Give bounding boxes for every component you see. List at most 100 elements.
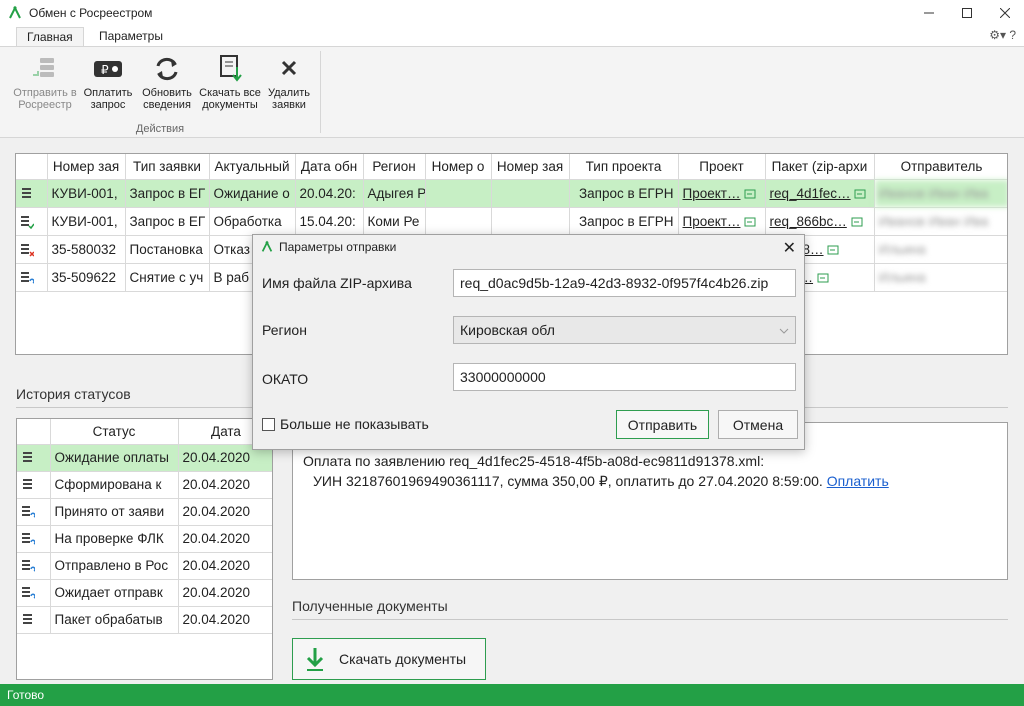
region-select[interactable]: Кировская обл <box>453 316 796 344</box>
ribbon: Отправить в Росреестр ₽ Оплатить запрос Об… <box>0 46 1024 138</box>
history-divider <box>16 407 273 408</box>
status-doc-icon <box>22 187 31 198</box>
okato-input[interactable]: 33000000000 <box>453 363 796 391</box>
open-icon[interactable] <box>744 188 756 200</box>
cell-num: КУВИ-001, <box>47 179 126 208</box>
open-icon[interactable] <box>851 216 863 228</box>
zip-filename-input[interactable]: req_d0ac9d5b-12a9-42d3-8932-0f957f4c4b26… <box>453 269 796 297</box>
col-actual-status[interactable]: Актуальный <box>209 154 296 180</box>
cell-type: Снятие с уч <box>125 263 210 292</box>
history-row[interactable]: Пакет обрабатыв 20.04.2020 <box>17 606 272 634</box>
history-grid[interactable]: Статус Дата Ожидание оплаты 20.04.2020 Сф… <box>16 418 273 680</box>
status-bar: Готово <box>0 684 1024 706</box>
history-row[interactable]: Принято от заяви 20.04.2020 <box>17 498 272 526</box>
package-link[interactable]: req_4d1fec… <box>770 186 851 201</box>
col-package[interactable]: Пакет (zip-архи <box>765 154 875 180</box>
cell-package[interactable]: req_866bc… <box>765 207 875 236</box>
hist-col-icon[interactable] <box>17 419 51 445</box>
col-request-number[interactable]: Номер зая <box>47 154 126 180</box>
status-sync-icon <box>22 560 35 572</box>
col-number-o[interactable]: Номер о <box>425 154 492 180</box>
pay-label-1: Оплатить <box>83 87 133 99</box>
open-icon[interactable] <box>744 216 756 228</box>
hist-date: 20.04.2020 <box>178 498 272 526</box>
payment-line-2-wrap: УИН 32187601969490361117, сумма 350,00 ₽… <box>303 471 997 491</box>
cell-actual: Ожидание о <box>209 179 296 208</box>
cell-sender: Иванов Иван Ива <box>874 179 1007 208</box>
close-window-button[interactable] <box>986 0 1024 26</box>
cell-num: КУВИ-001, <box>47 207 126 236</box>
cell-date: 15.04.20: <box>295 207 364 236</box>
tab-parameters[interactable]: Параметры <box>89 27 173 47</box>
pay-label-2: запрос <box>90 99 126 111</box>
tab-main[interactable]: Главная <box>16 27 84 47</box>
col-sender[interactable]: Отправитель <box>874 154 1007 180</box>
title-bar: Обмен с Росреестром <box>0 0 1024 26</box>
delete-requests-button[interactable]: Удалить заявки <box>264 55 314 111</box>
cell-project[interactable]: Проект… <box>678 207 766 236</box>
maximize-button[interactable] <box>948 0 986 26</box>
send-to-rosreestr-button[interactable]: Отправить в Росреестр <box>12 55 78 111</box>
col-number-z[interactable]: Номер зая <box>491 154 570 180</box>
col-icon[interactable] <box>16 154 48 180</box>
ribbon-group-label: Действия <box>135 123 185 135</box>
cell-region: Коми Ре <box>363 207 426 236</box>
pay-link[interactable]: Оплатить <box>827 473 889 489</box>
hist-col-status[interactable]: Статус <box>50 419 179 445</box>
cell-project-type: Запрос в ЕГРН <box>569 207 679 236</box>
dialog-close-icon[interactable]: ✕ <box>783 238 796 258</box>
cell-project[interactable]: Проект… <box>678 179 766 208</box>
open-icon[interactable] <box>854 188 866 200</box>
col-region[interactable]: Регион <box>363 154 426 180</box>
ruble-card-icon: ₽ <box>94 61 122 77</box>
minimize-icon <box>924 12 934 14</box>
col-project[interactable]: Проект <box>678 154 766 180</box>
cell-num-z <box>491 207 570 236</box>
open-icon[interactable] <box>817 272 829 284</box>
package-link[interactable]: req_866bc… <box>770 214 847 229</box>
col-update-date[interactable]: Дата обн <box>295 154 364 180</box>
download-docs-icon <box>220 55 242 82</box>
dont-show-checkbox[interactable] <box>262 417 275 431</box>
history-row[interactable]: Ожидание оплаты 20.04.2020 <box>17 444 272 472</box>
refresh-info-button[interactable]: Обновить сведения <box>138 55 196 111</box>
dont-show-checkbox-row[interactable]: Больше не показывать <box>262 416 429 432</box>
svg-text:₽: ₽ <box>101 63 109 77</box>
send-button[interactable]: Отправить <box>616 410 709 439</box>
table-row[interactable]: КУВИ-001, Запрос в ЕГ Обработка 15.04.20… <box>16 207 1007 236</box>
status-error-icon <box>21 243 34 257</box>
history-row[interactable]: Отправлено в Рос 20.04.2020 <box>17 552 272 580</box>
payment-line-2: УИН 32187601969490361117, сумма 350,00 ₽… <box>313 473 823 489</box>
project-link[interactable]: Проект… <box>683 214 741 229</box>
col-request-type[interactable]: Тип заявки <box>125 154 210 180</box>
dialog-title-bar: Параметры отправки <box>253 235 804 259</box>
download-all-label-1: Скачать все <box>199 87 261 99</box>
status-doc-icon <box>23 614 32 625</box>
minimize-button[interactable] <box>910 0 948 26</box>
open-icon[interactable] <box>827 244 839 256</box>
status-check-icon <box>21 215 34 229</box>
table-row[interactable]: КУВИ-001, Запрос в ЕГ Ожидание о 20.04.2… <box>16 179 1007 208</box>
maximize-icon <box>962 8 972 18</box>
grid-header-row: Номер зая Тип заявки Актуальный Дата обн… <box>16 154 1007 180</box>
history-row[interactable]: На проверке ФЛК 20.04.2020 <box>17 525 272 553</box>
delete-x-icon <box>281 60 297 76</box>
hist-status: Ожидание оплаты <box>50 444 179 472</box>
history-row[interactable]: Ожидает отправк 20.04.2020 <box>17 579 272 607</box>
cancel-button[interactable]: Отмена <box>718 410 798 439</box>
cell-package[interactable]: req_4d1fec… <box>765 179 875 208</box>
okato-label: ОКАТО <box>262 371 309 387</box>
project-link[interactable]: Проект… <box>683 186 741 201</box>
col-project-type[interactable]: Тип проекта <box>569 154 679 180</box>
download-all-docs-button[interactable]: Скачать все документы <box>198 55 262 111</box>
ribbon-tab-bar: Главная Параметры ⚙▾ ? <box>0 26 1024 47</box>
pay-request-button[interactable]: ₽ Оплатить запрос <box>82 55 134 111</box>
cell-actual: Обработка <box>209 207 296 236</box>
history-row[interactable]: Сформирована к 20.04.2020 <box>17 471 272 499</box>
settings-help-icons[interactable]: ⚙▾ ? <box>989 28 1016 42</box>
download-documents-button[interactable]: Скачать документы <box>292 638 486 680</box>
cell-num: 35-580032 <box>47 235 126 264</box>
payment-line-1: Оплата по заявлению req_4d1fec25-4518-4f… <box>303 453 765 469</box>
status-sync-icon <box>21 271 34 284</box>
cell-type: Постановка <box>125 235 210 264</box>
